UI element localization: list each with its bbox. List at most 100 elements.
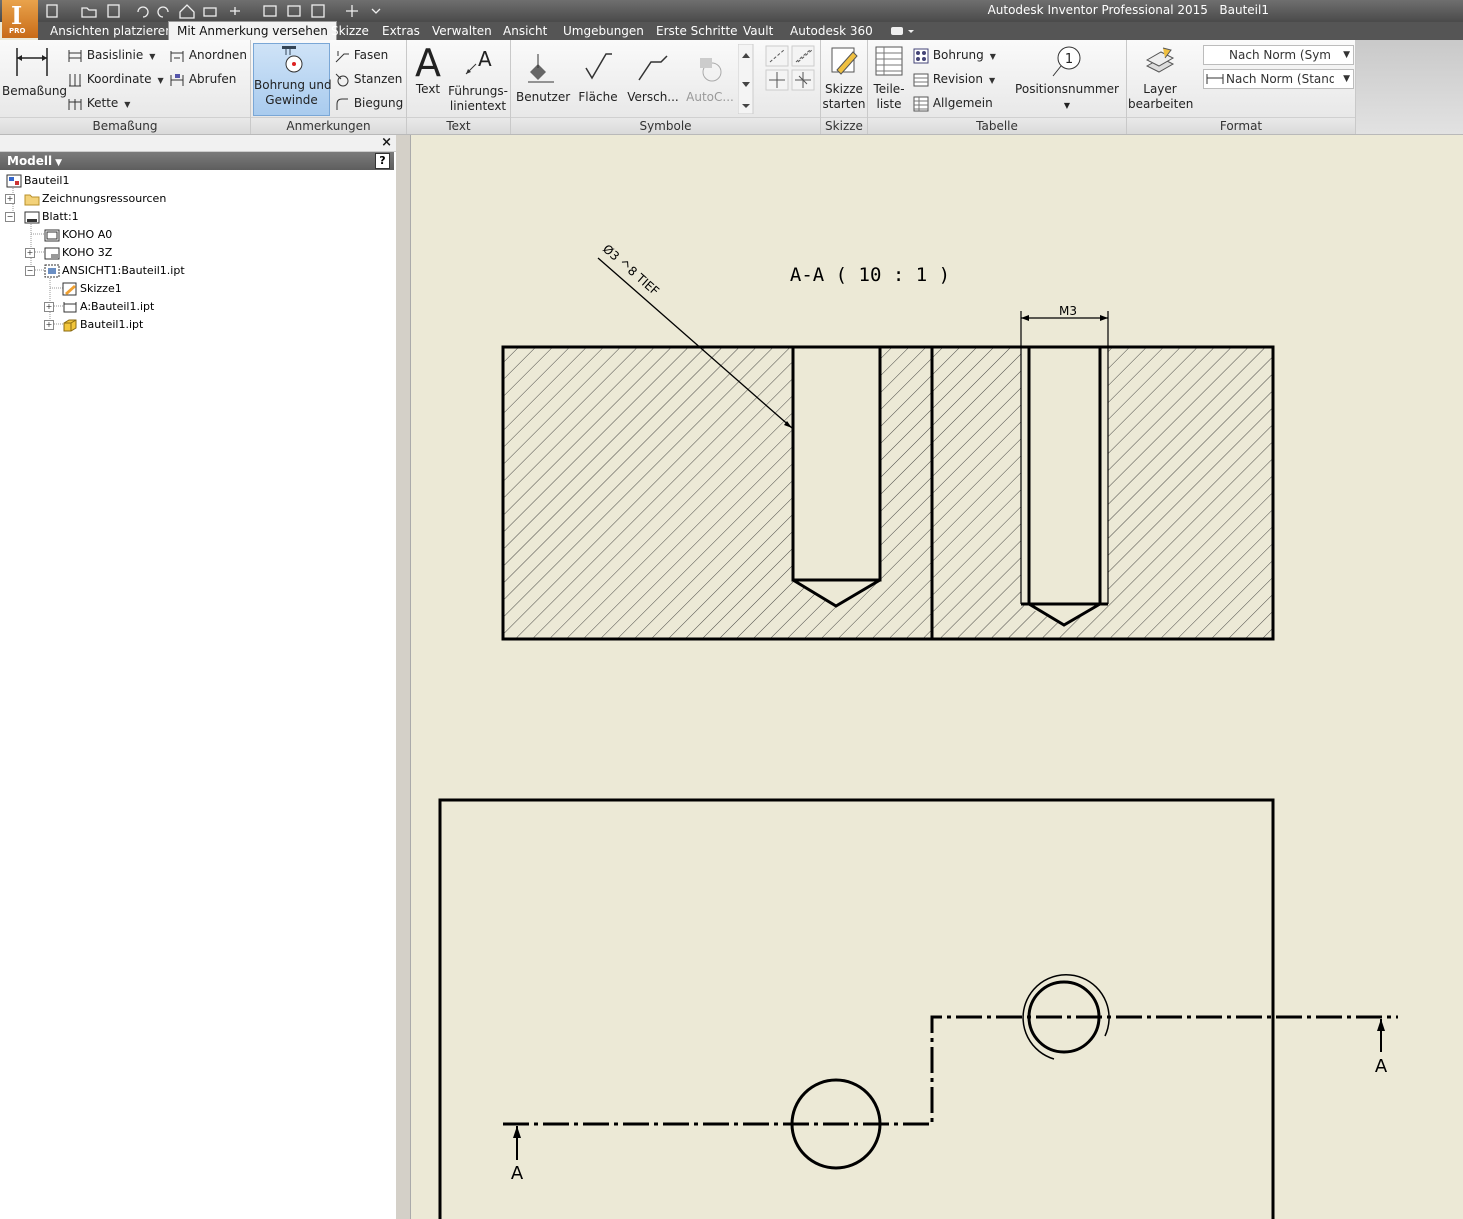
chevron-down-icon[interactable]: ▼ xyxy=(55,158,62,168)
tab-erste-schritte[interactable]: Erste Schritte xyxy=(648,22,746,40)
fasen-button[interactable]: Fasen xyxy=(334,45,388,65)
group-label: Tabelle xyxy=(868,117,1126,134)
hole-note-depth: 8 TIEF xyxy=(625,263,662,298)
versch-symbol-button[interactable]: Versch... xyxy=(627,50,679,105)
allgemein-button[interactable]: Allgemein xyxy=(913,93,993,113)
tab-ansicht[interactable]: Ansicht xyxy=(495,22,555,40)
group-label: Format xyxy=(1127,117,1355,134)
section-letter-left: A xyxy=(511,1163,524,1184)
save-icon xyxy=(107,4,120,18)
ribbon-filler xyxy=(1356,40,1463,134)
layer-bearbeiten-button[interactable]: Layer bearbeiten xyxy=(1128,44,1193,112)
browser-top-strip: × xyxy=(0,135,396,152)
measure-icon xyxy=(230,7,240,15)
panel-splitter[interactable] xyxy=(396,135,411,1219)
skizze-starten-button[interactable]: Skizze starten xyxy=(822,44,866,112)
abrufen-button[interactable]: Abrufen xyxy=(169,69,236,89)
stanzen-button[interactable]: Stanzen xyxy=(334,69,402,89)
revision-button[interactable]: Revision ▼ xyxy=(913,69,995,89)
kette-button[interactable]: Kette ▼ xyxy=(67,93,130,113)
tab-mit-anmerkung-versehen[interactable]: Mit Anmerkung versehen xyxy=(168,21,337,41)
thread-dimension[interactable]: M3 xyxy=(1020,304,1109,347)
tree-label: KOHO A0 xyxy=(62,228,113,241)
expand-icon[interactable]: + xyxy=(5,194,15,204)
balloon-number: 1 xyxy=(1065,52,1073,67)
tree-item-koho-3z[interactable]: KOHO 3Z xyxy=(44,244,112,262)
basislinie-button[interactable]: Basislinie ▼ xyxy=(67,45,155,65)
view-label[interactable]: A-A ( 10 : 1 ) xyxy=(790,264,950,286)
tab-vault[interactable]: Vault xyxy=(735,22,781,40)
bohrungstabelle-button[interactable]: Bohrung ▼ xyxy=(913,45,996,65)
allgemein-label: Allgemein xyxy=(932,96,993,110)
tab-autodesk-360[interactable]: Autodesk 360 xyxy=(782,22,881,40)
bend-note-icon xyxy=(336,98,348,110)
layer-label-line1: Layer xyxy=(1143,82,1177,96)
positionsnummer-button[interactable]: 1 Positionsnummer ▼ xyxy=(1014,44,1120,113)
tab-verwalten[interactable]: Verwalten xyxy=(424,22,500,40)
tab-skizze[interactable]: Skizze xyxy=(323,22,377,40)
ordinate-dimension-icon xyxy=(69,73,81,86)
expand-icon[interactable]: + xyxy=(44,302,54,312)
tree-item-skizze1[interactable]: Skizze1 xyxy=(62,280,122,298)
browser-header: Modell ▼ ? xyxy=(0,152,394,170)
bohrung-und-gewinde-button[interactable]: Bohrung und Gewinde xyxy=(253,43,332,116)
expand-icon[interactable]: + xyxy=(44,320,54,330)
text-button[interactable]: A Text xyxy=(410,44,446,97)
tab-extras[interactable]: Extras xyxy=(374,22,428,40)
biegung-button[interactable]: Biegung xyxy=(334,93,403,113)
fuehrungslinientext-button[interactable]: A Führungs- linientext xyxy=(448,44,508,114)
group-label: Symbole xyxy=(511,117,820,134)
autoc-symbol-button[interactable]: AutoC... xyxy=(684,50,736,105)
tree-item-bauteil1-ipt[interactable]: Bauteil1.ipt xyxy=(62,316,143,334)
window-title: Autodesk Inventor Professional 2015 Baut… xyxy=(987,3,1269,17)
appearance-icon xyxy=(263,5,277,17)
drawing-view-icon xyxy=(44,264,60,278)
fasen-label: Fasen xyxy=(353,48,389,62)
section-letter-right: A xyxy=(1375,1056,1388,1077)
chevron-down-icon: ▼ xyxy=(1343,50,1350,60)
chevron-down-icon: ▼ xyxy=(1343,74,1350,84)
base-view[interactable] xyxy=(438,798,1275,1219)
group-label: Skizze xyxy=(821,117,867,134)
tab-ansichten-platzieren[interactable]: Ansichten platzieren xyxy=(42,22,181,40)
gallery-scroll[interactable] xyxy=(738,44,754,114)
group-label: Text xyxy=(407,117,510,134)
tree-item-blatt1[interactable]: Blatt:1 xyxy=(24,208,79,226)
tree-item-koho-a0[interactable]: KOHO A0 xyxy=(44,226,112,244)
collapse-icon[interactable]: − xyxy=(5,212,15,222)
panel-visibility-icon[interactable] xyxy=(888,24,920,38)
auto-centerline-icon xyxy=(700,58,722,82)
benutzer-symbol-button[interactable]: Benutzer xyxy=(516,50,570,105)
koordinate-button[interactable]: Koordinate ▼ xyxy=(67,69,164,89)
chevron-down-icon: ▼ xyxy=(989,52,996,61)
tree-item-a-bauteil1[interactable]: A:Bauteil1.ipt xyxy=(62,298,154,316)
flaeche-symbol-button[interactable]: Fläche xyxy=(575,50,621,105)
tree-label: Bauteil1.ipt xyxy=(80,318,144,331)
application-menu-button[interactable]: I PRO xyxy=(2,0,38,38)
tree-item-zeichnungsressourcen[interactable]: Zeichnungsressourcen xyxy=(24,190,166,208)
dimension-style-dropdown[interactable]: Nach Norm (Standa ▼ xyxy=(1203,69,1354,89)
sheet-icon xyxy=(24,211,40,224)
balloon-icon: 1 xyxy=(1052,46,1081,77)
user-symbol-icon xyxy=(528,54,554,83)
expand-icon[interactable]: + xyxy=(25,248,35,258)
centerline-tools[interactable] xyxy=(764,44,818,94)
text-label: Text xyxy=(415,82,441,96)
chevron-down-icon: ▼ xyxy=(988,76,996,85)
style-dropdown[interactable]: Nach Norm (Sym ▼ xyxy=(1203,45,1354,65)
params-icon xyxy=(287,5,301,17)
bemassung-button[interactable]: Bemaßung xyxy=(2,44,67,99)
punch-note-icon xyxy=(335,73,349,86)
tree-item-bauteil1[interactable]: Bauteil1 xyxy=(6,172,69,190)
section-line-a-a[interactable]: A A xyxy=(503,1015,1398,1184)
close-icon[interactable]: × xyxy=(381,135,392,150)
collapse-icon[interactable]: − xyxy=(25,266,35,276)
section-view-a-a[interactable] xyxy=(501,345,1275,641)
tab-umgebungen[interactable]: Umgebungen xyxy=(555,22,652,40)
help-icon[interactable]: ? xyxy=(375,153,390,169)
tree-item-ansicht1[interactable]: ANSICHT1:Bauteil1.ipt xyxy=(44,262,185,280)
anordnen-button[interactable]: Anordnen xyxy=(169,45,247,65)
browser-title[interactable]: Modell xyxy=(7,154,52,168)
tree-label: Skizze1 xyxy=(80,282,122,295)
teileliste-button[interactable]: Teile- liste xyxy=(871,44,907,112)
